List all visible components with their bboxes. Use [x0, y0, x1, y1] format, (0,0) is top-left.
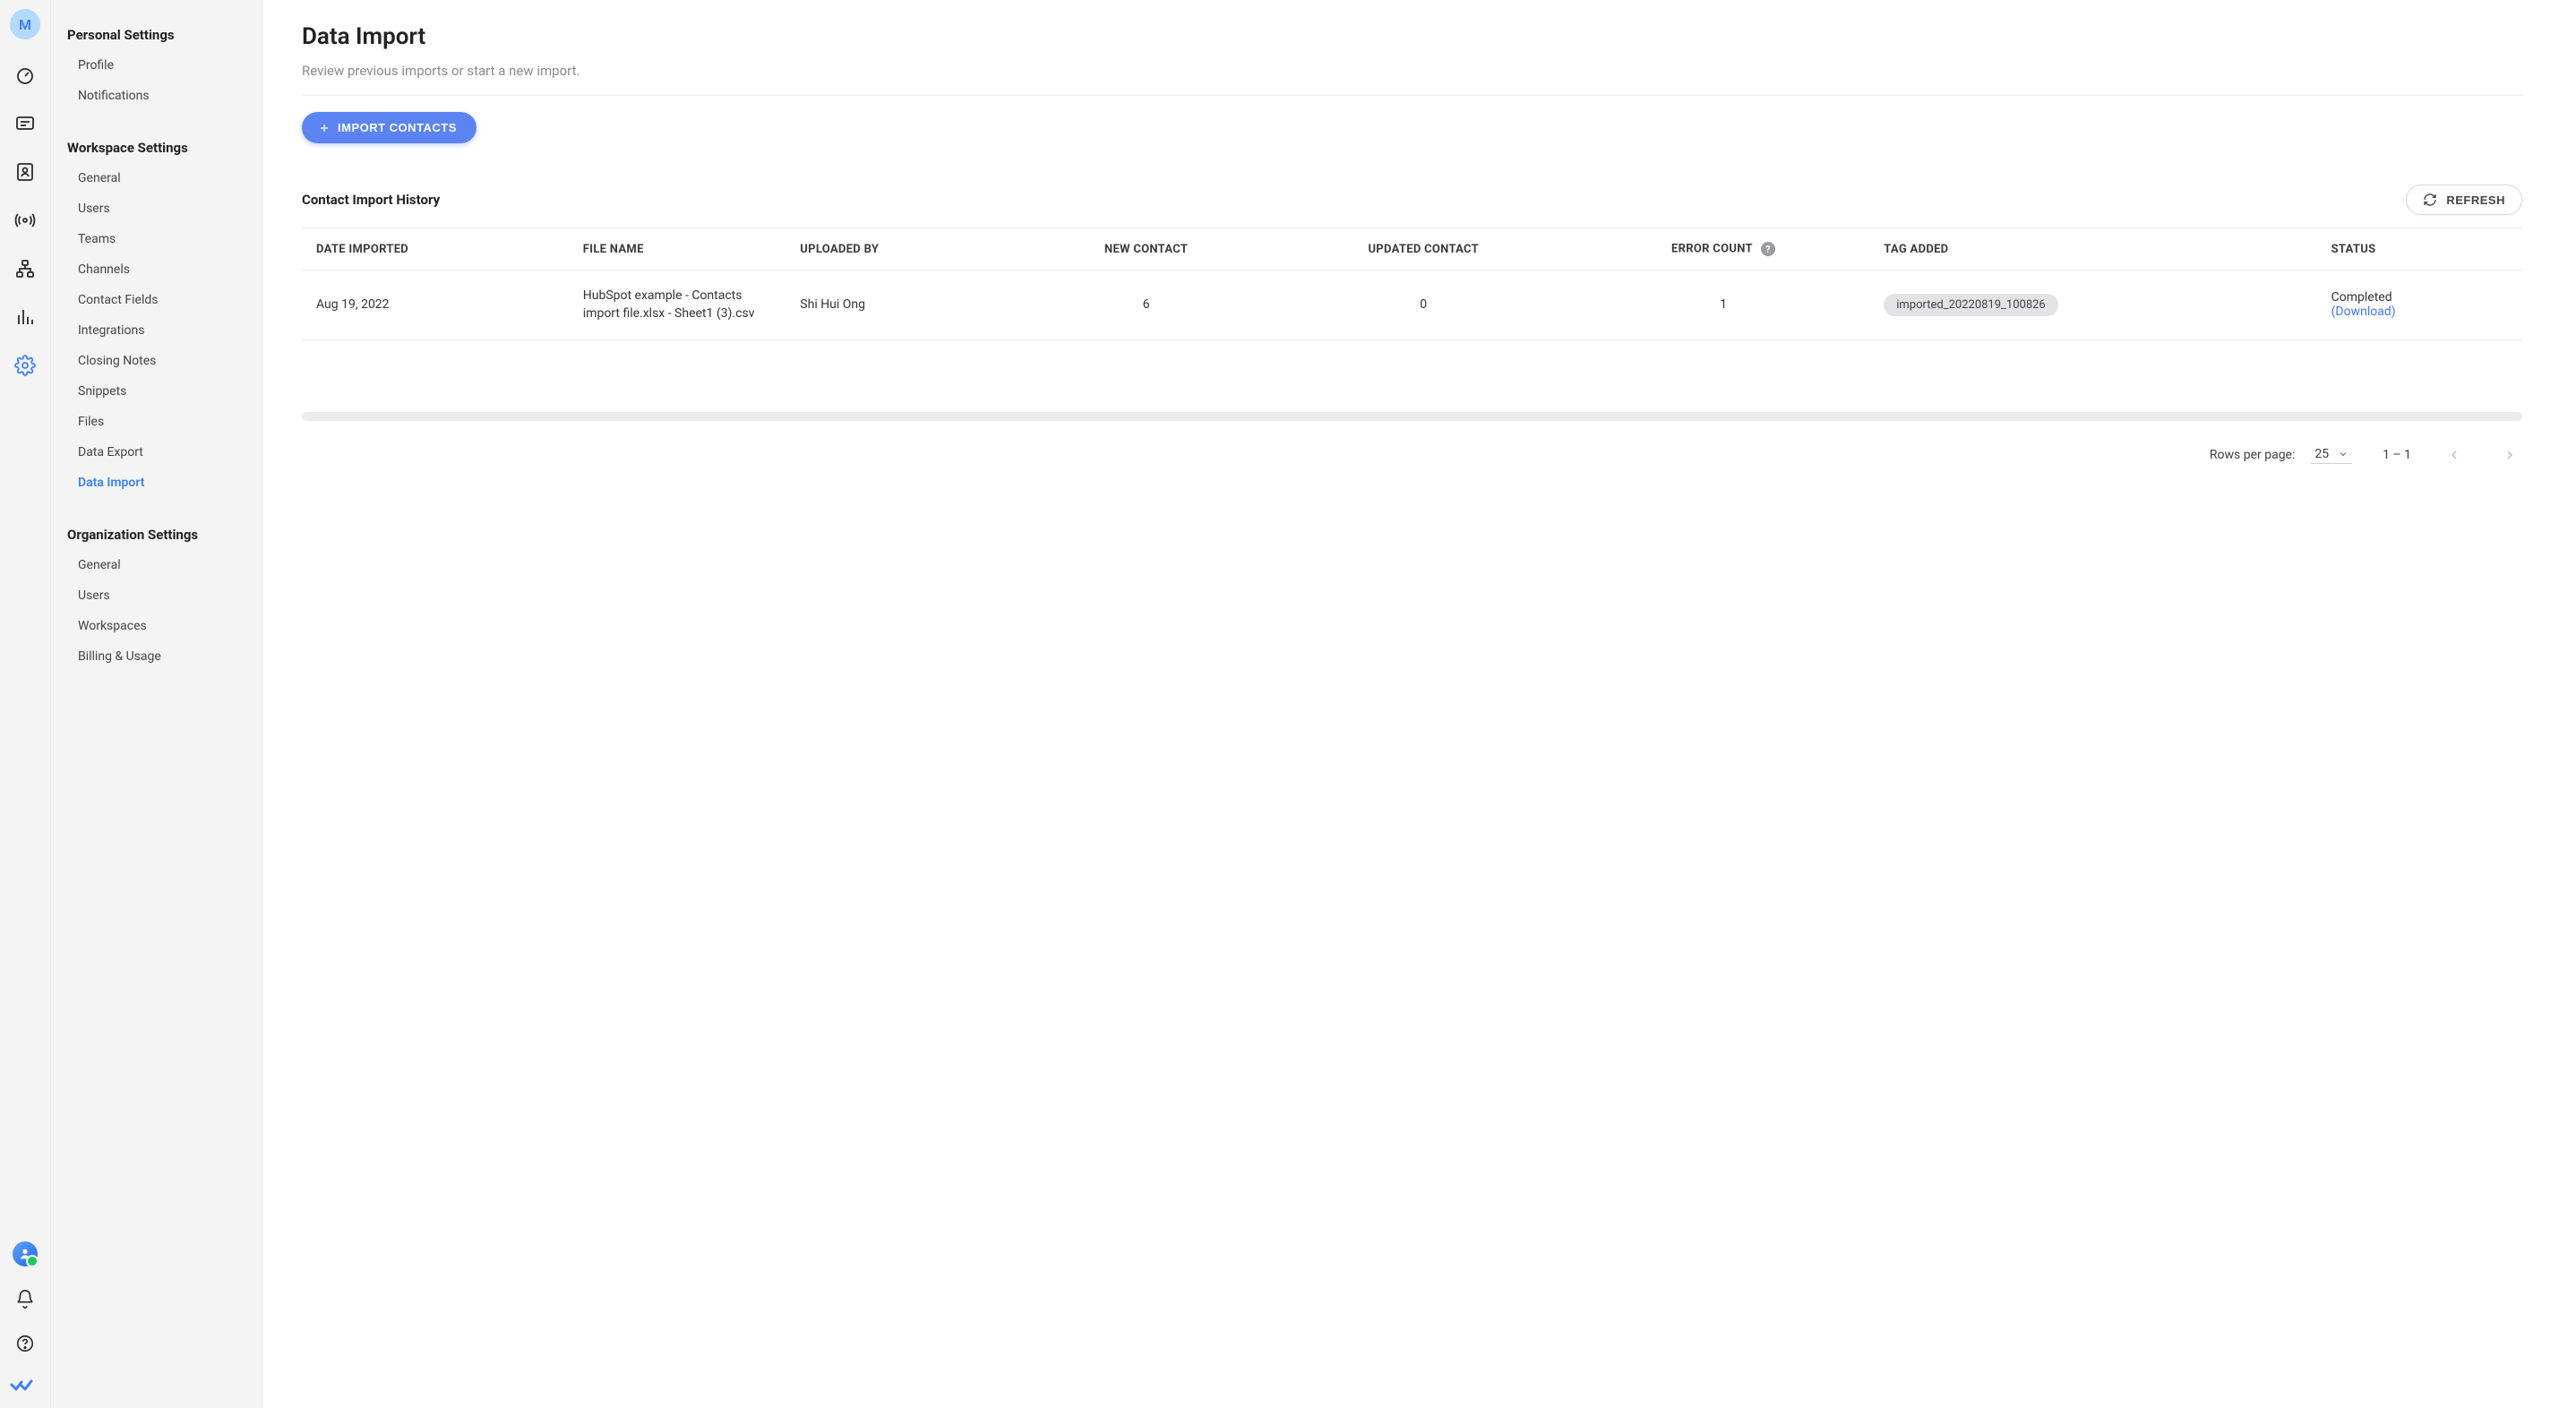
th-updated-contact[interactable]: UPDATED CONTACT [1270, 228, 1577, 270]
rows-per-page-label: Rows per page: [2210, 448, 2295, 462]
refresh-label: REFRESH [2446, 193, 2505, 207]
cell-date: Aug 19, 2022 [302, 270, 569, 340]
download-link[interactable]: (Download) [2331, 305, 2396, 319]
import-contacts-button[interactable]: IMPORT CONTACTS [302, 112, 477, 143]
icon-rail: M [0, 0, 51, 1408]
app-logo-icon[interactable] [9, 1372, 34, 1397]
settings-icon[interactable] [9, 349, 41, 382]
sidebar-item-billing[interactable]: Billing & Usage [51, 641, 262, 672]
th-error-count[interactable]: ERROR COUNT ? [1577, 228, 1869, 270]
broadcast-icon[interactable] [9, 204, 41, 236]
help-icon[interactable]: ? [1761, 242, 1775, 256]
refresh-icon [2423, 193, 2437, 207]
sidebar-item-data-export[interactable]: Data Export [51, 437, 262, 468]
import-contacts-label: IMPORT CONTACTS [338, 121, 457, 134]
workflow-icon[interactable] [9, 253, 41, 285]
sidebar-item-closing-notes[interactable]: Closing Notes [51, 346, 262, 376]
cell-uploaded-by: Shi Hui Ong [786, 270, 1022, 340]
chevron-right-icon [2503, 448, 2517, 462]
cell-file: HubSpot example - Contacts import file.x… [569, 270, 786, 340]
sidebar-item-general-org[interactable]: General [51, 550, 262, 580]
horizontal-scrollbar[interactable] [302, 412, 2522, 421]
help-icon-rail[interactable] [9, 1327, 41, 1360]
user-avatar[interactable]: M [10, 9, 40, 39]
sidebar-item-notifications[interactable]: Notifications [51, 81, 262, 111]
prev-page-button[interactable] [2442, 442, 2467, 468]
sidebar-item-data-import[interactable]: Data Import [51, 468, 262, 498]
sidebar-item-contact-fields[interactable]: Contact Fields [51, 285, 262, 315]
sidebar-item-integrations[interactable]: Integrations [51, 315, 262, 346]
sidebar-item-snippets[interactable]: Snippets [51, 376, 262, 407]
personal-settings-title: Personal Settings [51, 18, 262, 50]
table-row: Aug 19, 2022 HubSpot example - Contacts … [302, 270, 2522, 340]
sidebar-item-channels[interactable]: Channels [51, 254, 262, 285]
history-title: Contact Import History [302, 192, 440, 208]
agent-avatar-icon[interactable] [9, 1238, 41, 1270]
cell-updated-contact: 0 [1270, 270, 1577, 340]
reports-icon[interactable] [9, 301, 41, 333]
plus-icon [318, 122, 331, 134]
chevron-left-icon [2447, 448, 2461, 462]
rail-bottom [9, 1238, 41, 1408]
th-new-contact[interactable]: NEW CONTACT [1023, 228, 1270, 270]
sidebar-item-general-ws[interactable]: General [51, 163, 262, 193]
refresh-button[interactable]: REFRESH [2406, 185, 2522, 215]
dashboard-icon[interactable] [9, 59, 41, 91]
sidebar-item-files[interactable]: Files [51, 407, 262, 437]
cell-tag: imported_20220819_100826 [1869, 270, 2316, 340]
th-tag-added[interactable]: TAG ADDED [1869, 228, 2316, 270]
tag-chip: imported_20220819_100826 [1884, 294, 2058, 316]
rows-per-page-value: 25 [2314, 447, 2329, 461]
sidebar-item-users-ws[interactable]: Users [51, 193, 262, 224]
chevron-down-icon [2338, 449, 2348, 459]
page-title: Data Import [302, 23, 2522, 50]
contacts-icon[interactable] [9, 156, 41, 188]
main-panel: Data Import Review previous imports or s… [262, 0, 2576, 1408]
th-date[interactable]: DATE IMPORTED [302, 228, 569, 270]
settings-sidebar: Personal Settings Profile Notifications … [51, 0, 262, 1408]
workspace-settings-title: Workspace Settings [51, 131, 262, 163]
rows-per-page-select[interactable]: 25 [2311, 445, 2352, 464]
sidebar-item-users-org[interactable]: Users [51, 580, 262, 611]
sidebar-item-teams[interactable]: Teams [51, 224, 262, 254]
next-page-button[interactable] [2497, 442, 2522, 468]
import-history-table: DATE IMPORTED FILE NAME UPLOADED BY NEW … [302, 228, 2522, 340]
divider [302, 95, 2522, 96]
pagination: Rows per page: 25 1 – 1 [302, 437, 2522, 493]
sidebar-item-workspaces[interactable]: Workspaces [51, 611, 262, 641]
cell-new-contact: 6 [1023, 270, 1270, 340]
th-file[interactable]: FILE NAME [569, 228, 786, 270]
page-subtitle: Review previous imports or start a new i… [302, 63, 2522, 79]
status-text: Completed [2331, 290, 2508, 305]
th-uploaded-by[interactable]: UPLOADED BY [786, 228, 1022, 270]
cell-error-count: 1 [1577, 270, 1869, 340]
organization-settings-title: Organization Settings [51, 518, 262, 550]
th-status[interactable]: STATUS [2317, 228, 2522, 270]
cell-status: Completed (Download) [2317, 270, 2522, 340]
sidebar-item-profile[interactable]: Profile [51, 50, 262, 81]
notifications-icon[interactable] [9, 1283, 41, 1315]
messages-icon[interactable] [9, 107, 41, 140]
page-range: 1 – 1 [2383, 448, 2411, 462]
